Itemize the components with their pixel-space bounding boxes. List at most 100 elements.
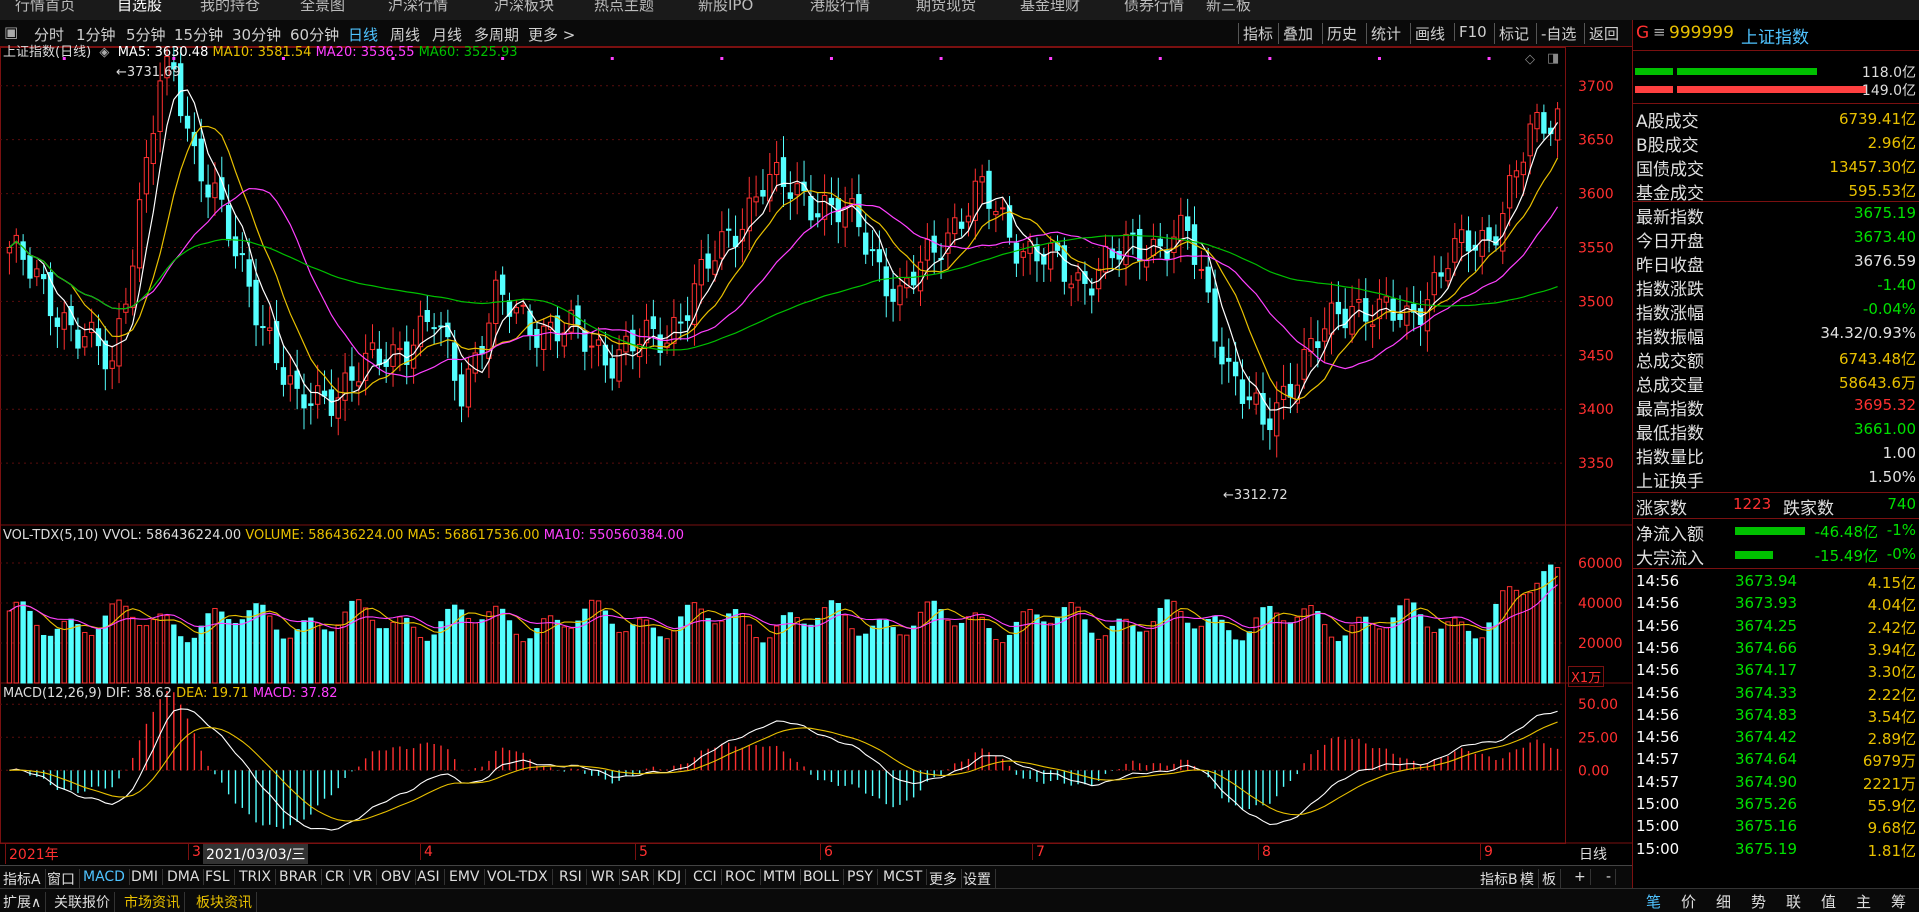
indicator-tab[interactable]: WR [591,869,620,885]
tick-time: 14:56 [1636,728,1680,747]
bottom-link[interactable]: 关联报价 [54,892,115,912]
volume-bar [910,625,917,684]
tick-row: 14:56 3674.66 3.94亿 [1633,638,1919,660]
flow-percent: -0% [1886,545,1916,563]
bottom-link[interactable]: 扩展∧ [3,892,47,912]
volume-bar [945,619,951,684]
indicator-right-button[interactable]: 指标B [1480,869,1523,889]
panel-tab[interactable]: 值 [1821,891,1836,912]
top-tab[interactable]: 基金理财 [1020,0,1080,15]
toolbar-button[interactable]: 指标 [1238,23,1277,44]
indicator-tab[interactable]: MCST [883,869,928,885]
indicator-right-button[interactable]: + [1574,869,1591,885]
top-tab[interactable]: 行情首页 [15,0,75,15]
top-tab[interactable]: 沪深行情 [388,0,448,15]
menu-icon[interactable]: ≡ [1653,23,1666,41]
legend-ma5: MA5: 3630.48 [117,45,209,60]
top-tab[interactable]: 沪深板块 [494,0,554,15]
flow-label: 净流入额 [1636,525,1704,545]
top-tab[interactable]: 自选股 [117,0,162,15]
indicator-tab[interactable]: EMV [449,869,485,885]
top-tab[interactable]: 港股行情 [810,0,870,15]
indicator-tab[interactable]: TRIX [239,869,276,885]
top-tab[interactable]: 债券行情 [1124,0,1184,15]
toolbar-button[interactable]: 统计 [1366,23,1405,44]
indicator-tab[interactable]: FSL [205,869,235,885]
top-tab[interactable]: 期货现货 [916,0,976,15]
bottom-link[interactable]: 板块资讯 [196,892,257,912]
panel-tab[interactable]: 价 [1681,891,1696,912]
candle [1178,197,1184,263]
volume-bar [157,613,163,684]
indicator-tab[interactable]: DMI [131,869,163,885]
volume-bar [1260,607,1266,684]
indicator-tab[interactable]: VR [353,869,378,885]
indicator-tab[interactable]: ROC [725,869,761,885]
indicator-tab[interactable]: BRAR [279,869,323,885]
period-tab[interactable]: 更多 > [528,24,575,45]
volume-bar [232,623,239,684]
top-tab[interactable]: 新股IPO [698,0,753,15]
indicator-tab[interactable]: CCI [693,869,722,885]
indicator-right-button[interactable]: 板 [1542,869,1561,889]
volume-bar [75,624,81,684]
indicator-tab[interactable]: BOLL [803,869,844,885]
toolbar-button[interactable]: F10 [1454,23,1491,41]
indicator-tab[interactable]: 窗口 [47,869,80,889]
indicator-tab[interactable]: VOL-TDX [487,869,553,885]
indicator-tab[interactable]: OBV [381,869,416,885]
candle [1219,327,1225,385]
diamond-icon[interactable]: ◇ [1525,52,1535,67]
indicator-right-button[interactable]: 模 [1520,869,1539,889]
volume-bar [410,626,417,684]
panel-tab[interactable]: 联 [1786,891,1801,912]
panel-tab[interactable]: 细 [1716,891,1731,912]
layout-icon[interactable]: ▣ [4,23,18,41]
toolbar-button[interactable]: 标记 [1494,23,1533,44]
top-tab[interactable]: 全景图 [300,0,345,15]
indicator-tab[interactable]: SAR [621,869,655,885]
top-tab[interactable]: 我的持仓 [200,0,260,15]
indicator-tab[interactable]: MACD [83,869,130,885]
panel-toggle-icon[interactable]: ◨ [1547,51,1559,66]
volume-value: VOLUME: 586436224.00 [245,528,404,543]
candle [458,362,465,423]
candle [671,299,677,357]
indicator-right-button[interactable]: - [1606,869,1617,885]
kline-chart[interactable]: 3350 3400 3450 3500 3550 3600 3650 3700 20000 400… [0,47,1632,865]
top-tab[interactable]: 新三板 [1206,0,1251,15]
toolbar-button[interactable]: 历史 [1322,23,1361,44]
candle [1150,223,1157,264]
volume-bar [568,627,574,684]
top-tab[interactable]: 热点主题 [594,0,654,15]
panel-tab[interactable]: 主 [1856,891,1871,912]
toolbar-button[interactable]: 画线 [1410,23,1449,44]
indicator-tab[interactable]: ASI [417,869,445,885]
panel-tab[interactable]: 笔 [1646,891,1661,912]
indicator-tab[interactable]: RSI [559,869,587,885]
toolbar-button[interactable]: 叠加 [1278,23,1317,44]
indicator-tab[interactable]: KDJ [657,869,687,885]
indicator-tab[interactable]: DMA [167,869,205,885]
panel-tab[interactable]: 筹 [1891,891,1906,912]
indicator-tab[interactable]: CR [325,869,350,885]
bottom-link[interactable]: 市场资讯 [124,892,185,912]
tick-row: 14:56 3674.33 2.22亿 [1633,683,1919,705]
volume-bar [1034,614,1040,684]
indicator-tab[interactable]: 设置 [963,869,996,889]
indicator-tab[interactable]: PSY [847,869,878,885]
candle [445,309,451,359]
chevron-down-icon[interactable]: ◈ [95,45,113,60]
candle [1198,250,1205,279]
candle [294,349,300,410]
indicator-tab[interactable]: 更多 [929,869,962,889]
candle [356,362,362,406]
toolbar-button[interactable]: -自选 [1536,23,1580,44]
toolbar-button[interactable]: 返回 [1584,23,1623,44]
candle [541,318,547,371]
panel-tab[interactable]: 势 [1751,891,1766,912]
indicator-tab[interactable]: 指标A [3,869,46,889]
indicator-tab[interactable]: MTM [763,869,801,885]
volume-bar [869,625,876,684]
candle [1458,214,1465,262]
